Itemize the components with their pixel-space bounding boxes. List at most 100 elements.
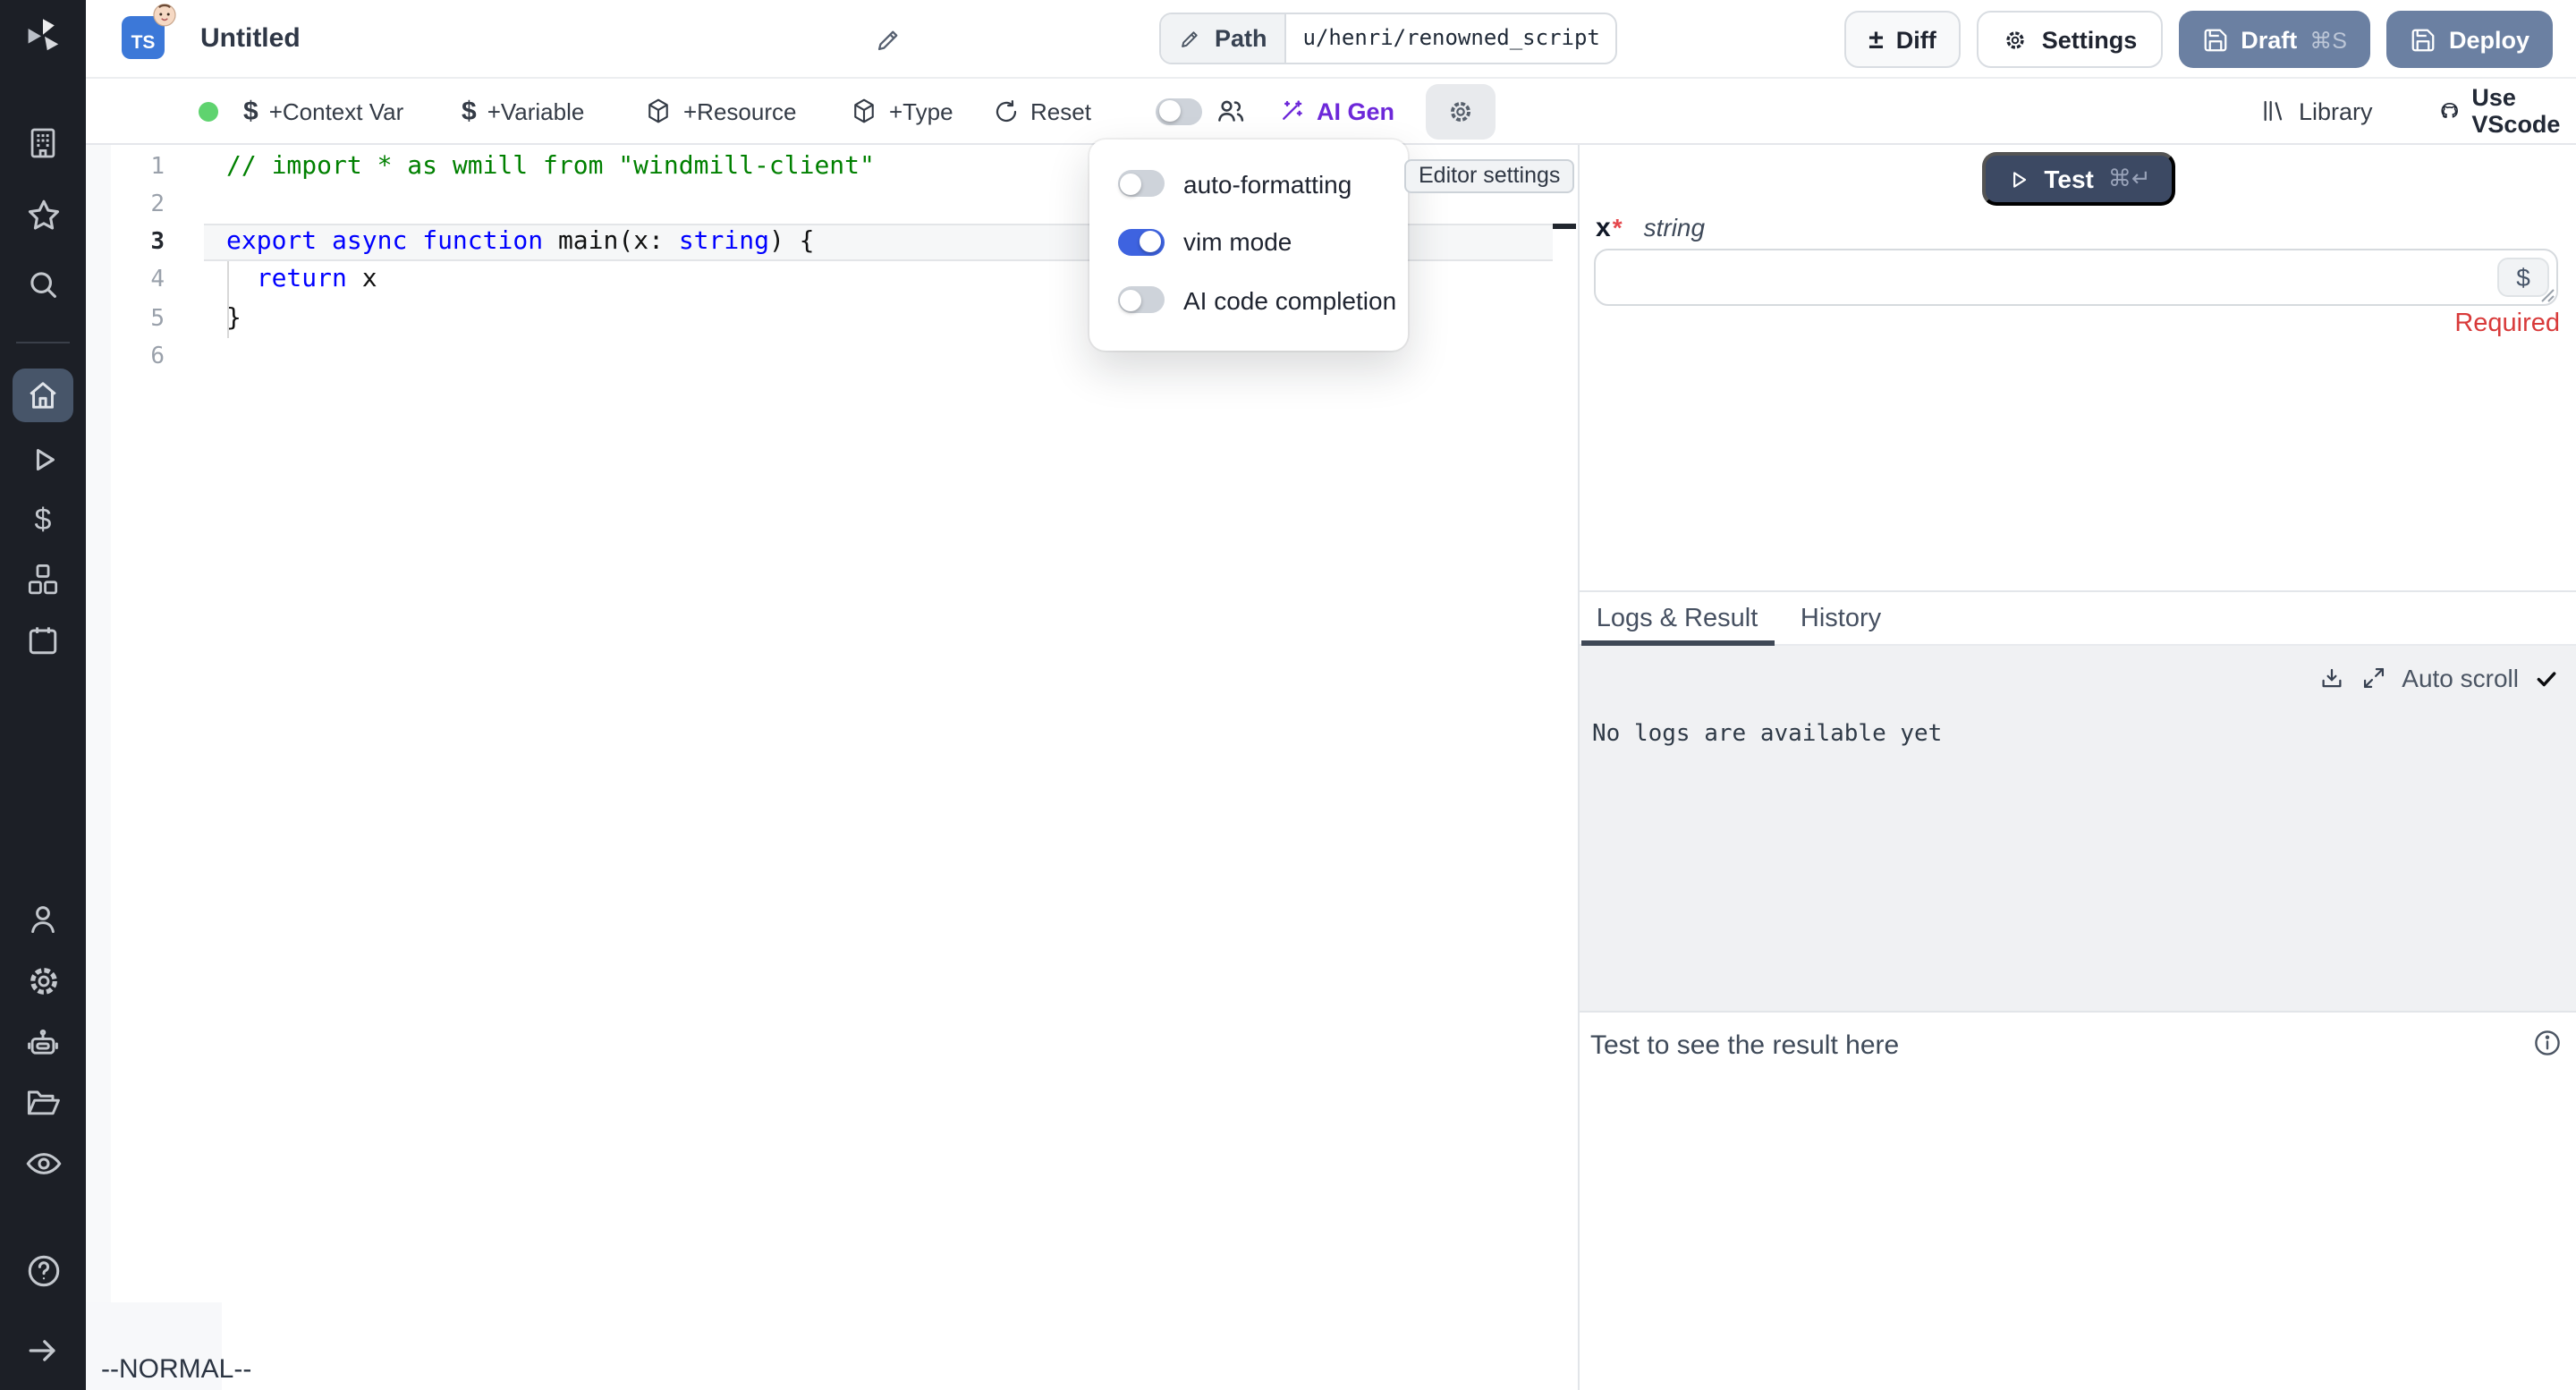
- users-icon: [1215, 95, 1247, 127]
- argument-type: string: [1644, 213, 1705, 242]
- overview-ruler-cursor-mark: [1553, 223, 1576, 228]
- add-variable-label: +Variable: [487, 97, 585, 124]
- sidebar-item-search[interactable]: [20, 261, 66, 308]
- sidebar-item-folders[interactable]: [20, 1079, 66, 1125]
- dollar-icon: $: [35, 503, 52, 538]
- help-icon: [22, 1250, 64, 1291]
- folder-open-icon: [23, 1082, 63, 1122]
- app-window: $: [0, 0, 2576, 1390]
- github-icon: [2438, 96, 2461, 126]
- package-icon: [850, 97, 878, 125]
- sidebar-item-settings[interactable]: [20, 957, 66, 1004]
- sidebar-item-help[interactable]: [20, 1247, 66, 1293]
- code-line[interactable]: export async function main(x: string) {: [226, 224, 875, 262]
- edit-title-pencil-icon[interactable]: [875, 25, 903, 54]
- argument-input[interactable]: $: [1594, 249, 2558, 305]
- code-line[interactable]: return x: [226, 262, 875, 301]
- add-context-var-label: +Context Var: [269, 97, 404, 124]
- sidebar-item-users[interactable]: [20, 896, 66, 943]
- diff-button[interactable]: ± Diff: [1843, 11, 1961, 68]
- multiplayer-users[interactable]: [1215, 79, 1247, 143]
- draft-shortcut: ⌘S: [2309, 26, 2347, 53]
- vim-mode-row[interactable]: vim mode: [1117, 226, 1292, 257]
- ai-code-completion-row[interactable]: AI code completion: [1117, 284, 1396, 315]
- windmill-logo-icon: [21, 14, 64, 57]
- toggle-switch[interactable]: [1117, 170, 1164, 197]
- settings-button[interactable]: Settings: [1978, 11, 2163, 68]
- save-icon: [2201, 26, 2228, 53]
- add-context-var-button[interactable]: $ +Context Var: [243, 79, 403, 143]
- search-icon: [23, 265, 63, 304]
- toggle-switch[interactable]: [1117, 286, 1164, 313]
- page-title: Untitled: [200, 23, 301, 54]
- tab-history[interactable]: History: [1775, 592, 1907, 646]
- auto-formatting-row[interactable]: auto-formatting: [1117, 168, 1352, 199]
- toggle-switch[interactable]: [1117, 228, 1164, 255]
- draft-button[interactable]: Draft ⌘S: [2178, 11, 2370, 68]
- sidebar: $: [0, 0, 86, 1390]
- sidebar-item-schedules[interactable]: [20, 617, 66, 664]
- code-lines[interactable]: // import * as wmill from "windmill-clie…: [226, 148, 875, 377]
- expand-logs-icon[interactable]: [2360, 665, 2385, 691]
- library-label: Library: [2299, 97, 2373, 124]
- add-type-button[interactable]: +Type: [850, 79, 953, 143]
- sidebar-item-audit-logs[interactable]: [20, 1140, 66, 1186]
- sidebar-item-home[interactable]: [13, 369, 73, 422]
- reset-label: Reset: [1030, 97, 1091, 124]
- code-line[interactable]: // import * as wmill from "windmill-clie…: [226, 148, 875, 186]
- editor-settings-button[interactable]: [1426, 84, 1496, 140]
- arrow-right-icon: [23, 1331, 63, 1370]
- deploy-button[interactable]: Deploy: [2386, 11, 2553, 68]
- code-line[interactable]: [226, 186, 875, 225]
- library-icon: [2259, 97, 2288, 125]
- sidebar-item-favorites[interactable]: [20, 191, 66, 238]
- deploy-label: Deploy: [2449, 26, 2529, 53]
- sidebar-item-workspace[interactable]: [20, 120, 66, 166]
- line-number: 2: [86, 186, 165, 225]
- use-vscode-button[interactable]: Use VScode: [2438, 79, 2576, 143]
- info-icon[interactable]: [2531, 1027, 2563, 1059]
- code-line[interactable]: [226, 338, 875, 377]
- building-icon: [23, 123, 63, 163]
- run-panel: Test ⌘↵ x* string $ Required Logs & Resu…: [1580, 145, 2576, 1390]
- check-icon[interactable]: [2535, 666, 2558, 690]
- add-variable-button[interactable]: $ +Variable: [462, 79, 584, 143]
- code-line[interactable]: }: [226, 300, 875, 338]
- path-value[interactable]: u/henri/renowned_script: [1287, 13, 1616, 62]
- line-number: 6: [86, 338, 165, 377]
- auto-scroll-label[interactable]: Auto scroll: [2402, 664, 2519, 692]
- library-button[interactable]: Library: [2259, 79, 2373, 143]
- dollar-icon: $: [462, 96, 477, 126]
- topbar-actions: ± Diff Settings Draft ⌘S Deploy: [1843, 11, 2553, 68]
- path-field[interactable]: Path u/henri/renowned_script: [1159, 12, 1618, 64]
- tab-label: Logs & Result: [1597, 605, 1758, 633]
- logs-toolbar: Auto scroll: [2318, 664, 2558, 692]
- ai-gen-button[interactable]: AI Gen: [1277, 79, 1394, 143]
- reset-icon: [993, 97, 1020, 124]
- line-number: 3: [86, 224, 165, 262]
- topbar: TS Untitled Path u/henri/renowned_script…: [86, 0, 2576, 79]
- test-shortcut: ⌘↵: [2108, 165, 2151, 193]
- multiplayer-toggle-switch[interactable]: [1156, 97, 1202, 124]
- download-logs-icon[interactable]: [2318, 665, 2344, 691]
- sidebar-item-variables[interactable]: $: [20, 497, 66, 544]
- result-placeholder: Test to see the result here: [1590, 1030, 1899, 1061]
- sidebar-collapse-button[interactable]: [20, 1327, 66, 1374]
- sidebar-item-workers[interactable]: [20, 1020, 66, 1066]
- reset-button[interactable]: Reset: [993, 79, 1091, 143]
- line-number: 4: [86, 262, 165, 301]
- sidebar-item-resources[interactable]: [20, 556, 66, 603]
- add-resource-button[interactable]: +Resource: [644, 79, 796, 143]
- multiplayer-toggle[interactable]: [1156, 79, 1202, 143]
- save-icon: [2410, 26, 2436, 53]
- test-button[interactable]: Test ⌘↵: [1982, 152, 2175, 206]
- wand-icon: [1277, 97, 1306, 125]
- editor-toolbar: $ +Context Var $ +Variable +Resource +Ty…: [86, 79, 2576, 145]
- tab-logs-result[interactable]: Logs & Result: [1580, 592, 1775, 646]
- use-vscode-label: Use VScode: [2471, 84, 2576, 138]
- argument-name: x: [1596, 213, 1611, 243]
- resize-grip-icon[interactable]: [2540, 287, 2555, 301]
- sidebar-item-runs[interactable]: [20, 436, 66, 483]
- windmill-logo[interactable]: [20, 13, 66, 59]
- robot-icon: [23, 1023, 63, 1063]
